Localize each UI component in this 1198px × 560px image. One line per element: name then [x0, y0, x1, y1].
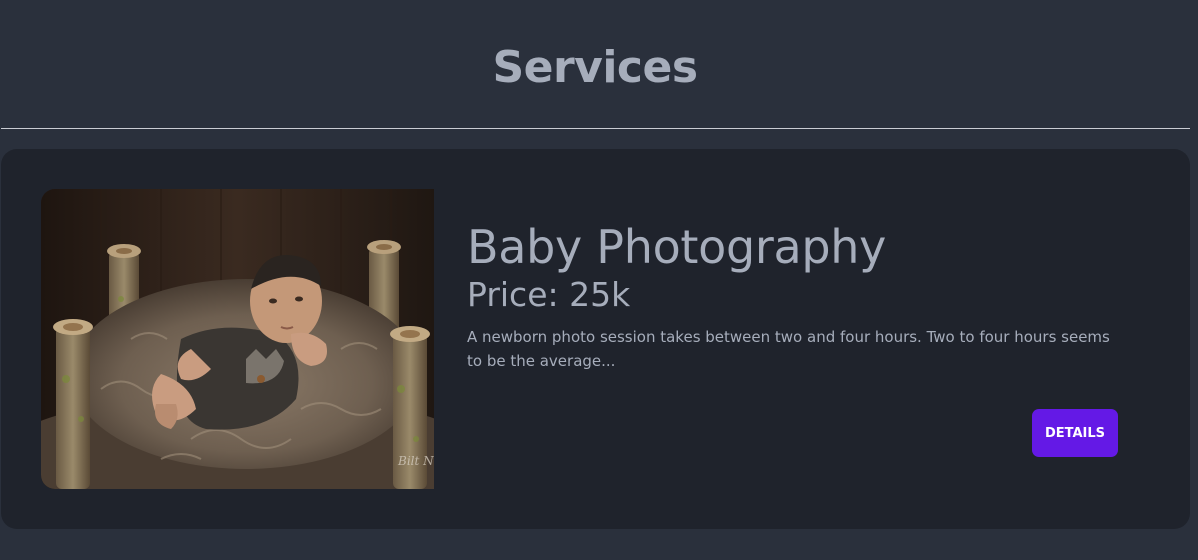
service-description: A newborn photo session takes between tw…: [467, 328, 1110, 370]
details-button[interactable]: DETAILS: [1032, 409, 1118, 457]
baby-photo-illustration: Bilt Nat: [41, 189, 434, 489]
service-image: Bilt Nat: [41, 189, 434, 489]
section-divider: [1, 128, 1190, 129]
service-price: Price: 25k: [467, 275, 631, 314]
photo-watermark: Bilt Nat: [397, 454, 434, 468]
card-body: Baby Photography Price: 25k A newborn ph…: [467, 219, 1147, 373]
page-title: Services: [492, 42, 698, 93]
service-name: Baby Photography: [467, 220, 887, 274]
service-card: Bilt Nat Baby Photography Price: 25k A n…: [1, 149, 1190, 529]
